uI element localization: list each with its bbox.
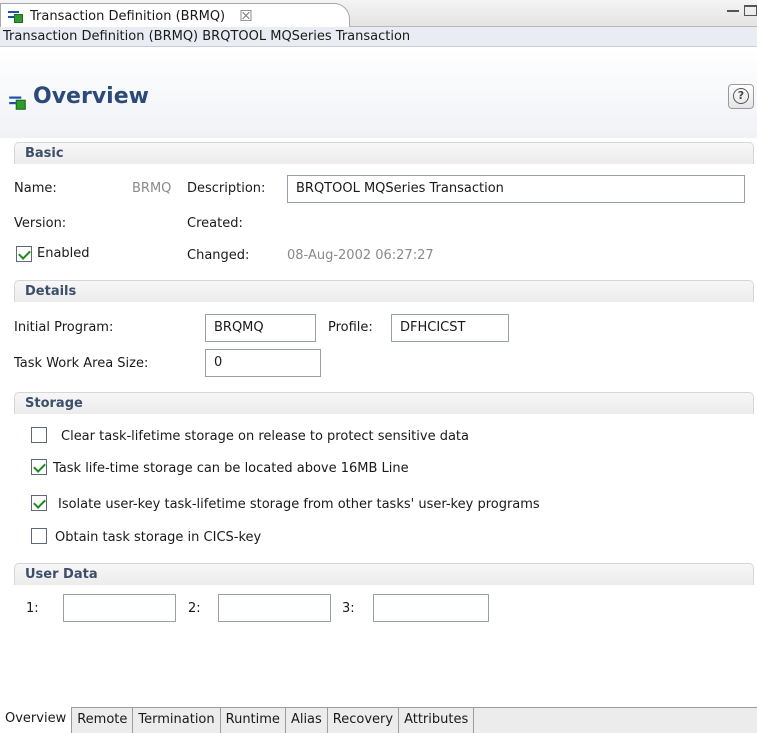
twa-size-field[interactable]: 0 (205, 349, 321, 377)
editor-page-tabs: Overview Remote Termination Runtime Alia… (0, 707, 757, 733)
description-field[interactable]: BRQTOOL MQSeries Transaction (287, 175, 745, 203)
tab-recovery[interactable]: Recovery (327, 708, 400, 733)
tab-alias[interactable]: Alias (285, 708, 328, 733)
minimize-icon[interactable] (727, 6, 739, 12)
details-section-heading: Details (14, 280, 754, 302)
tab-runtime[interactable]: Runtime (220, 708, 286, 733)
initial-program-label: Initial Program: (14, 320, 114, 335)
above-16mb-checkbox[interactable] (31, 459, 47, 475)
clear-storage-checkbox[interactable] (31, 427, 47, 443)
isolate-storage-checkbox[interactable] (31, 495, 47, 511)
editor-tab[interactable]: Transaction Definition (BRMQ) ☒ (0, 3, 350, 28)
above-16mb-label: Task life-time storage can be located ab… (53, 461, 409, 476)
user-data-1-field[interactable] (63, 594, 176, 622)
changed-value: 08-Aug-2002 06:27:27 (287, 248, 434, 263)
cics-key-checkbox[interactable] (31, 528, 47, 544)
user-data-2-field[interactable] (218, 594, 331, 622)
clear-storage-label: Clear task-lifetime storage on release t… (61, 429, 469, 444)
user-data-1-label: 1: (26, 601, 39, 616)
form-title-line: Transaction Definition (BRMQ) BRQTOOL MQ… (0, 27, 757, 47)
description-label: Description: (187, 181, 266, 196)
initial-program-field[interactable]: BRQMQ (205, 314, 316, 342)
help-icon: ? (733, 88, 749, 104)
isolate-storage-label: Isolate user-key task-lifetime storage f… (58, 497, 540, 512)
version-label: Version: (14, 216, 67, 231)
transaction-icon (8, 9, 24, 23)
maximize-icon[interactable] (744, 5, 757, 16)
help-button[interactable]: ? (728, 84, 754, 109)
tab-termination[interactable]: Termination (133, 708, 221, 733)
tab-attributes[interactable]: Attributes (399, 708, 475, 733)
name-value: BRMQ (132, 181, 172, 196)
close-icon[interactable]: ☒ (239, 7, 252, 25)
page-title: Overview (33, 84, 149, 109)
tab-overview[interactable]: Overview (0, 707, 73, 733)
cics-key-label: Obtain task storage in CICS-key (55, 530, 262, 545)
twa-size-label: Task Work Area Size: (14, 356, 149, 371)
tab-remote[interactable]: Remote (72, 708, 134, 733)
enabled-checkbox[interactable] (16, 246, 32, 262)
name-label: Name: (14, 181, 57, 196)
created-label: Created: (187, 216, 243, 231)
basic-section-heading: Basic (14, 142, 754, 164)
overview-transaction-icon (9, 94, 27, 110)
editor-tab-title: Transaction Definition (BRMQ) (30, 8, 226, 24)
profile-field[interactable]: DFHCICST (391, 314, 509, 342)
editor-tab-strip: Transaction Definition (BRMQ) ☒ (0, 0, 757, 28)
user-data-2-label: 2: (188, 601, 201, 616)
changed-label: Changed: (187, 248, 250, 263)
user-data-3-label: 3: (342, 601, 355, 616)
enabled-label: Enabled (37, 246, 90, 261)
user-data-section-heading: User Data (14, 563, 754, 585)
storage-section-heading: Storage (14, 392, 754, 414)
user-data-3-field[interactable] (373, 594, 489, 622)
profile-label: Profile: (328, 320, 373, 335)
